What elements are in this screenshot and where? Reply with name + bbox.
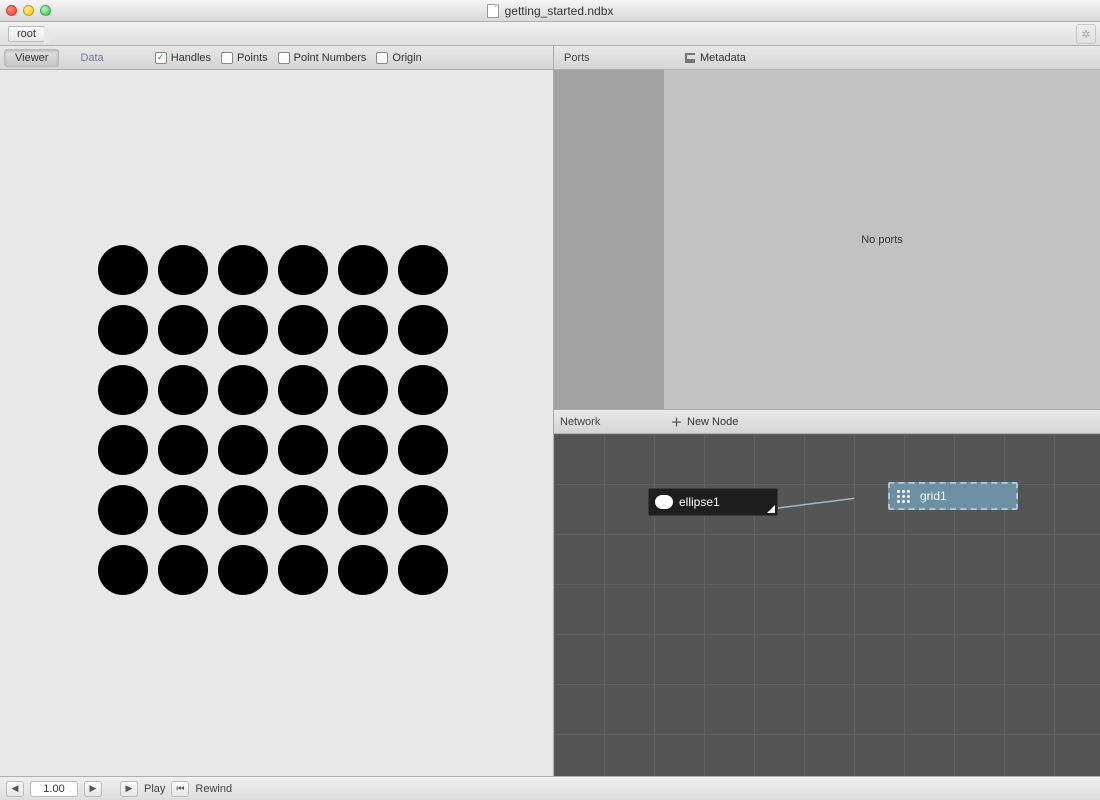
new-node-label: New Node [687, 416, 738, 428]
ports-header: Ports [558, 52, 668, 64]
checkbox-origin[interactable]: Origin [376, 52, 421, 64]
render-flag-icon [767, 505, 775, 513]
ellipse-icon [655, 495, 673, 509]
window-title: getting_started.ndbx [505, 4, 614, 18]
plus-icon: ＋ [671, 414, 682, 430]
breadcrumb-root[interactable]: root [8, 26, 45, 42]
new-node-button[interactable]: ＋ New Node [664, 411, 745, 433]
ports-toolbar: Ports Metadata [554, 46, 1100, 70]
checkbox-icon [278, 52, 290, 64]
frame-forward-button[interactable]: ▶ [84, 781, 102, 797]
node-grid1[interactable]: grid1 [888, 482, 1018, 510]
checkbox-icon [221, 52, 233, 64]
gear-icon: ✲ [1081, 28, 1090, 41]
metadata-button[interactable]: Metadata [678, 49, 753, 67]
checkbox-handles[interactable]: Handles [155, 52, 211, 64]
checkbox-icon [376, 52, 388, 64]
checkbox-label: Points [237, 52, 268, 64]
node-ellipse1[interactable]: ellipse1 [648, 488, 778, 516]
node-label: grid1 [920, 489, 947, 503]
title-bar: getting_started.ndbx [0, 0, 1100, 22]
network-toolbar: Network ＋ New Node [554, 410, 1100, 434]
metadata-label: Metadata [700, 52, 746, 64]
checkbox-icon [155, 52, 167, 64]
settings-button[interactable]: ✲ [1076, 24, 1096, 44]
checkbox-label: Point Numbers [294, 52, 367, 64]
viewer-canvas[interactable] [0, 70, 553, 776]
ports-panel: No ports [554, 70, 1100, 410]
viewer-toolbar: Viewer Data Handles Points Point Numbers… [0, 46, 553, 70]
ports-content: No ports [664, 70, 1100, 409]
network-grid-background [554, 434, 1100, 776]
checkbox-label: Handles [171, 52, 211, 64]
breadcrumb-bar: root ✲ [0, 22, 1100, 46]
network-header: Network [554, 416, 664, 428]
node-label: ellipse1 [679, 495, 720, 509]
playback-bar: ◀ 1.00 ▶ ▶ Play ⏮ Rewind [0, 776, 1100, 800]
checkbox-points[interactable]: Points [221, 52, 268, 64]
ellipse-grid-render [98, 245, 448, 605]
network-canvas[interactable]: ellipse1 grid1 [554, 434, 1100, 776]
rewind-label: Rewind [195, 783, 232, 795]
frame-field[interactable]: 1.00 [30, 781, 78, 797]
tab-viewer[interactable]: Viewer [4, 49, 59, 67]
document-icon [487, 4, 499, 18]
frame-back-button[interactable]: ◀ [6, 781, 24, 797]
checkbox-point-numbers[interactable]: Point Numbers [278, 52, 367, 64]
list-icon [685, 53, 695, 63]
tab-data[interactable]: Data [69, 49, 114, 67]
ports-sidebar [554, 70, 664, 409]
play-button[interactable]: ▶ [120, 781, 138, 797]
ports-empty-text: No ports [861, 234, 903, 246]
rewind-button[interactable]: ⏮ [171, 781, 189, 797]
checkbox-label: Origin [392, 52, 421, 64]
play-label: Play [144, 783, 165, 795]
grid-icon [896, 489, 914, 503]
